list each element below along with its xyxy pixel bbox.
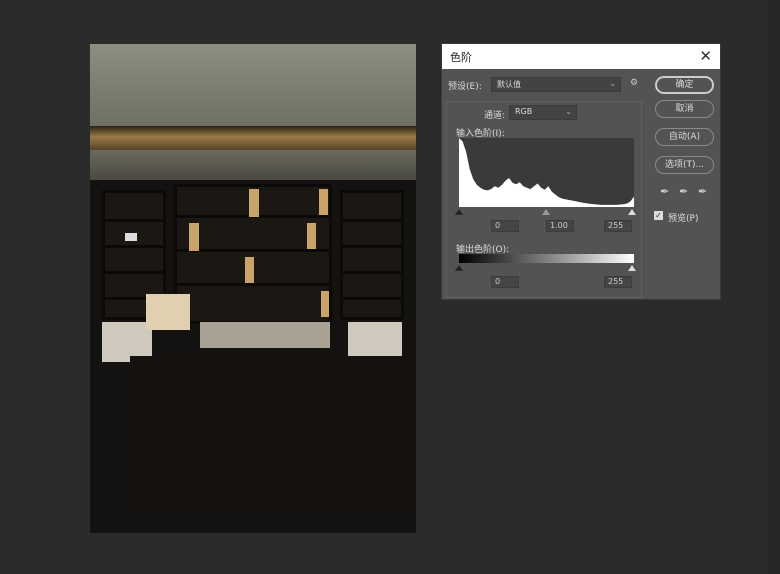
output-black-slider[interactable] (455, 265, 463, 271)
ok-button[interactable]: 确定 (655, 76, 714, 94)
output-black-field[interactable]: 0 (491, 276, 519, 288)
levels-dialog: 色阶 ✕ 预设(E): 默认值 ⌄ ⚙ 确定 取消 自动(A) 选项(T)... … (441, 43, 721, 300)
dialog-title: 色阶 (442, 44, 720, 69)
chevron-down-icon: ⌄ (565, 107, 572, 116)
desk (130, 356, 416, 506)
center-shelf (174, 184, 332, 324)
cancel-button[interactable]: 取消 (655, 100, 714, 118)
input-black-slider[interactable] (455, 209, 463, 215)
output-white-field[interactable]: 255 (604, 276, 632, 288)
lamp (146, 294, 190, 330)
chevron-down-icon: ⌄ (609, 79, 616, 88)
preset-select[interactable]: 默认值 ⌄ (491, 77, 621, 92)
output-white-slider[interactable] (628, 265, 636, 271)
histogram (459, 138, 634, 207)
channel-value: RGB (515, 107, 533, 116)
preview-label: 预览(P) (668, 214, 699, 224)
input-white-slider[interactable] (628, 209, 636, 215)
output-gradient (459, 254, 634, 263)
scrollbar[interactable] (768, 0, 780, 574)
channel-select[interactable]: RGB ⌄ (509, 105, 577, 120)
preset-value: 默认值 (497, 80, 521, 89)
black-eyedropper-icon[interactable]: ✒ (660, 185, 669, 198)
options-button[interactable]: 选项(T)... (655, 156, 714, 174)
input-white-field[interactable]: 255 (604, 220, 632, 232)
preview-checkbox[interactable]: ✓ (654, 211, 663, 220)
input-gamma-field[interactable]: 1.00 (546, 220, 574, 232)
ceiling-band (90, 150, 416, 180)
close-icon[interactable]: ✕ (699, 47, 712, 65)
input-gamma-slider[interactable] (542, 209, 550, 215)
ceiling (90, 44, 416, 126)
preset-label: 预设(E): (448, 82, 482, 92)
input-black-field[interactable]: 0 (491, 220, 519, 232)
right-shelf (340, 190, 404, 320)
gear-icon[interactable]: ⚙ (630, 78, 638, 88)
cabinet-center (200, 322, 330, 348)
gray-eyedropper-icon[interactable]: ✒ (679, 185, 688, 198)
white-eyedropper-icon[interactable]: ✒ (698, 185, 707, 198)
ceiling-wood-strip (90, 126, 416, 150)
document-image (90, 44, 416, 533)
channel-label: 通道: (484, 111, 506, 121)
auto-button[interactable]: 自动(A) (655, 128, 714, 146)
